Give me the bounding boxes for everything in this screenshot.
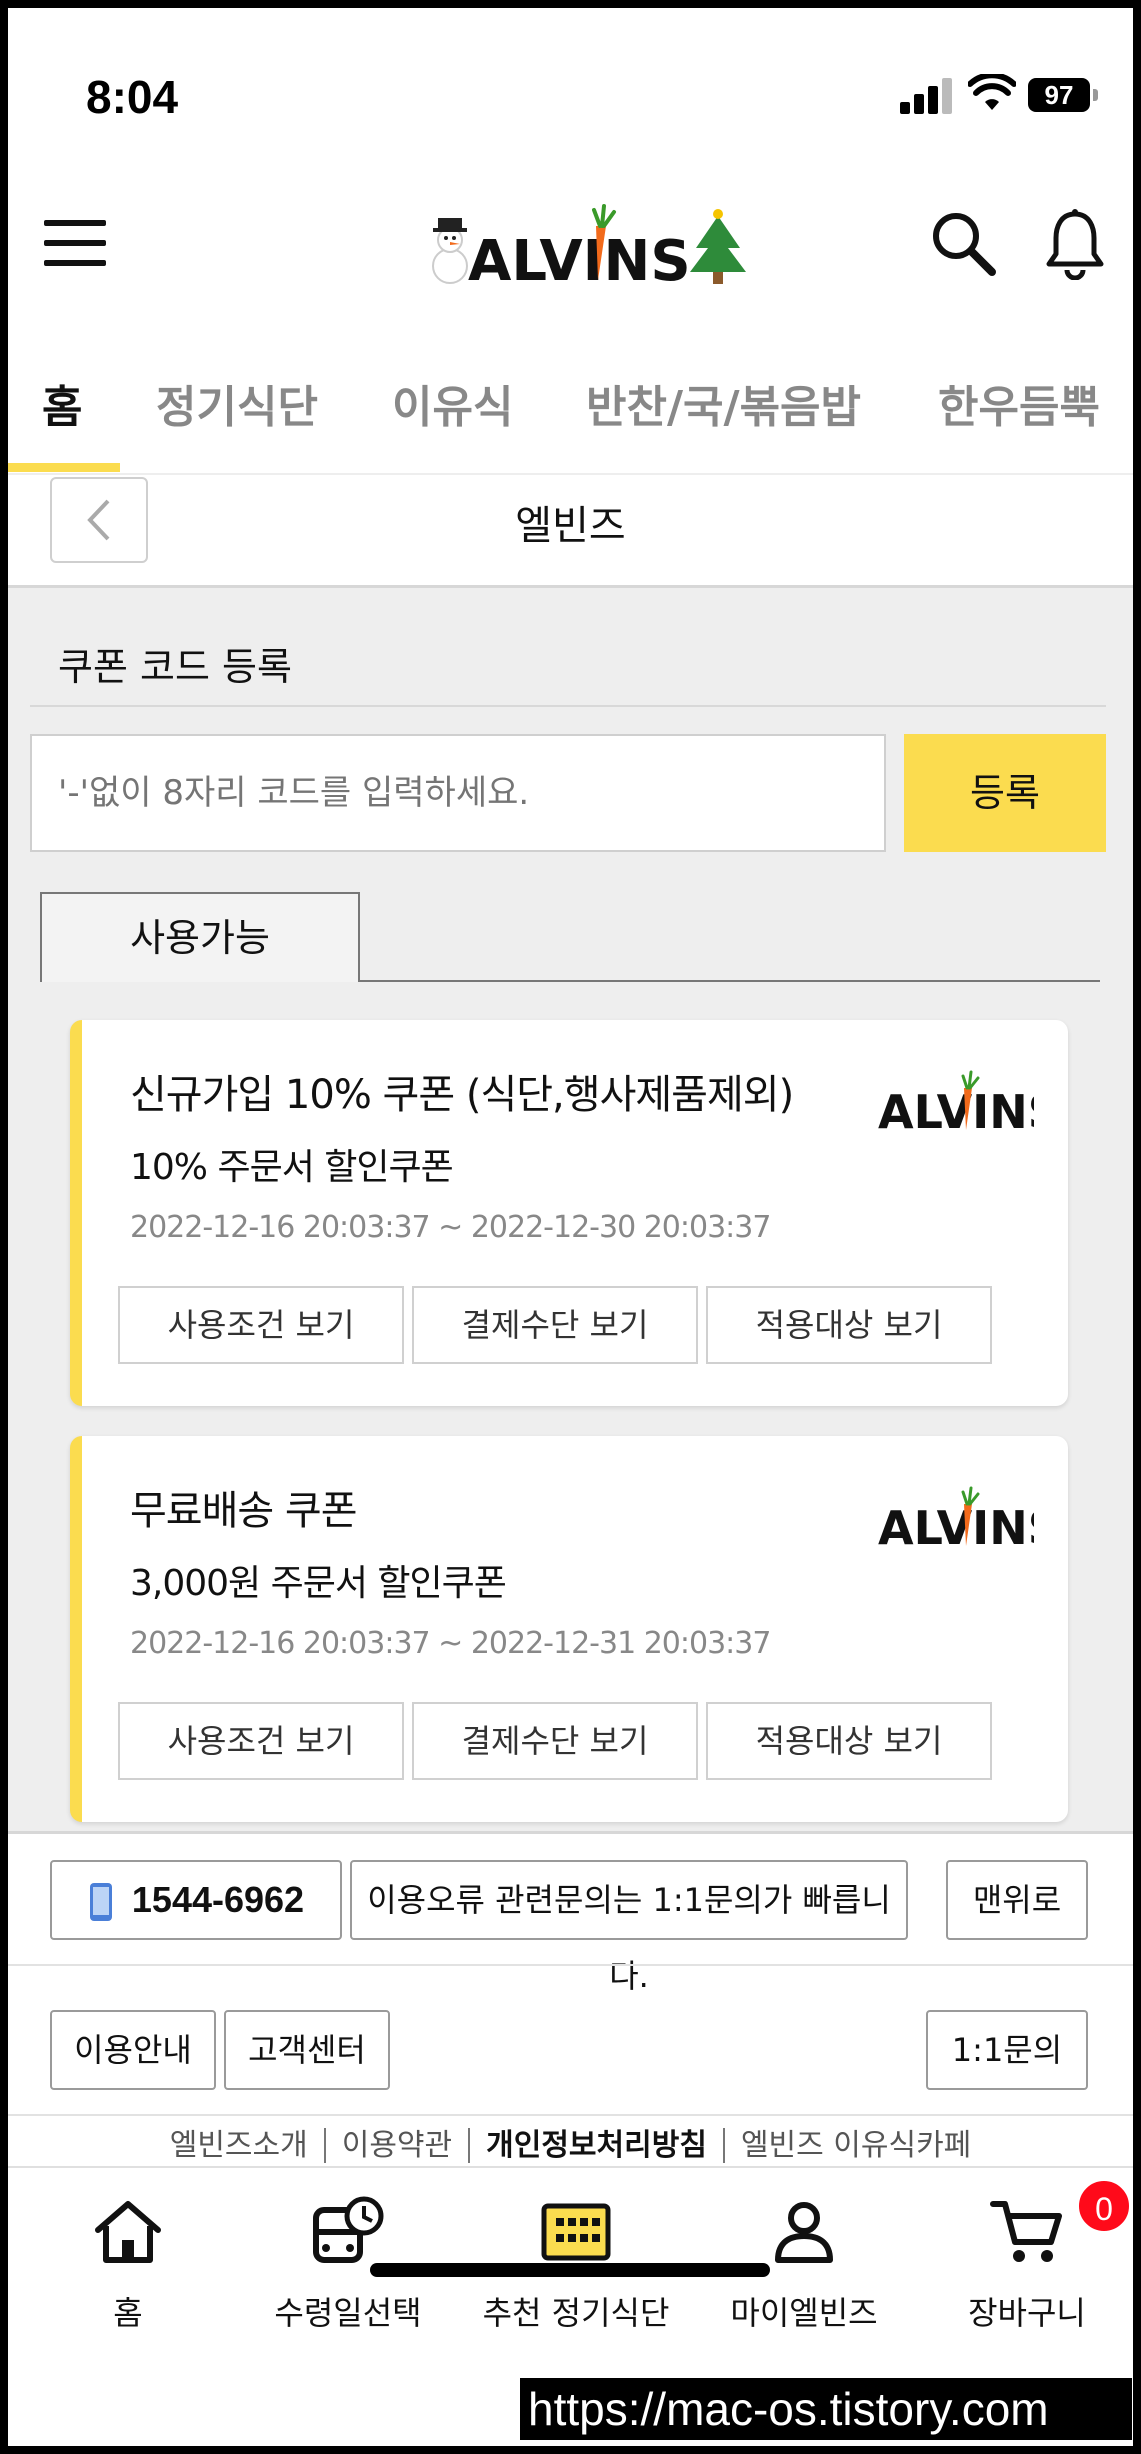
link-privacy[interactable]: 개인정보처리방침 (468, 2128, 723, 2163)
tab-regular-meal[interactable]: 정기식단 (156, 363, 318, 473)
footer-links: 엘빈즈소개 이용약관 개인정보처리방침 엘빈즈 이유식카페 (8, 2120, 1133, 2164)
tab-home[interactable]: 홈 (42, 363, 82, 473)
view-payment-button[interactable]: 결제수단 보기 (412, 1286, 698, 1364)
phone-number: 1544-6962 (131, 1879, 305, 1920)
link-terms[interactable]: 이용약관 (323, 2128, 469, 2163)
category-tabs: 홈 정기식단 이유식 반찬/국/볶음밥 한우듬뿍 (8, 363, 1133, 473)
nav-label: 마이엘빈즈 (730, 2294, 878, 2332)
calendar-icon (541, 2203, 611, 2261)
status-time: 8:04 (86, 71, 179, 123)
tab-side-dish[interactable]: 반찬/국/볶음밥 (586, 363, 861, 473)
watermark: https://mac-os.tistory.com (520, 2378, 1132, 2440)
divider (360, 980, 1100, 982)
app-header: ALVINS (8, 178, 1133, 348)
guide-button[interactable]: 이용안내 (50, 2010, 216, 2090)
tab-available[interactable]: 사용가능 (40, 892, 360, 982)
view-targets-button[interactable]: 적용대상 보기 (706, 1702, 992, 1780)
tab-hanwoo[interactable]: 한우듬뿍 (938, 363, 1100, 473)
customer-center-button[interactable]: 고객센터 (224, 2010, 390, 2090)
coupon-period: 2022-12-16 20:03:37 ~ 2022-12-30 20:03:3… (130, 1210, 771, 1245)
coupon-title: 무료배송 쿠폰 (130, 1488, 358, 1534)
nav-label: 홈 (113, 2294, 143, 2332)
active-tab-indicator (8, 463, 120, 472)
register-button[interactable]: 등록 (904, 734, 1106, 852)
battery-indicator: 97 (1028, 78, 1098, 112)
alvins-logo: ALVINS (878, 1486, 1034, 1554)
subheader: 엘빈즈 (8, 475, 1133, 585)
coupon-code-input[interactable] (30, 734, 886, 852)
status-bar: 8:04 97 (8, 8, 1133, 178)
home-indicator (370, 2263, 770, 2277)
tab-baby-food[interactable]: 이유식 (392, 363, 513, 473)
menu-icon[interactable] (44, 220, 106, 270)
nav-label: 수령일선택 (274, 2294, 422, 2332)
link-about[interactable]: 엘빈즈소개 (154, 2128, 324, 2163)
inquiry-note[interactable]: 이용오류 관련문의는 1:1문의가 빠릅니다. (350, 1860, 908, 1995)
nav-my-alvins[interactable]: 마이엘빈즈 (704, 2168, 904, 2348)
coupon-card: 신규가입 10% 쿠폰 (식단,행사제품제외) 10% 주문서 할인쿠폰 202… (70, 1020, 1068, 1406)
bus-clock-icon (313, 2196, 384, 2263)
scroll-top-button[interactable]: 맨위로 (946, 1860, 1088, 1940)
svg-text:ALVINS: ALVINS (878, 1085, 1034, 1138)
signal-icon (900, 78, 954, 114)
nav-label: 장바구니 (968, 2294, 1086, 2332)
coupon-period: 2022-12-16 20:03:37 ~ 2022-12-31 20:03:3… (130, 1626, 771, 1661)
coupon-section: 쿠폰 코드 등록 등록 사용가능 신규가입 10% 쿠폰 (식단,행사제품제외)… (8, 585, 1133, 1831)
alvins-logo: ALVINS (878, 1070, 1034, 1138)
svg-text:ALVINS: ALVINS (878, 1501, 1034, 1554)
divider (30, 705, 1106, 707)
nav-cart[interactable]: 0 장바구니 (942, 2168, 1132, 2348)
brand-logo[interactable]: ALVINS (428, 196, 748, 296)
nav-pickup-date[interactable]: 수령일선택 (258, 2168, 438, 2348)
divider (8, 2114, 1133, 2116)
footer: 1544-6962 이용오류 관련문의는 1:1문의가 빠릅니다. 맨위로 이용… (8, 1831, 1133, 2171)
cart-count-badge: 0 (1076, 2178, 1132, 2234)
search-icon[interactable] (928, 208, 998, 278)
one-to-one-inquiry-button[interactable]: 1:1문의 (926, 2010, 1088, 2090)
link-cafe[interactable]: 엘빈즈 이유식카페 (722, 2128, 988, 2163)
cart-icon (990, 2201, 1062, 2262)
nav-home[interactable]: 홈 (48, 2168, 208, 2348)
nav-recommended-meal[interactable]: 추천 정기식단 (476, 2168, 676, 2348)
phone-button[interactable]: 1544-6962 (50, 1860, 342, 1940)
coupon-subtitle: 10% 주문서 할인쿠폰 (130, 1147, 454, 1188)
coupon-section-title: 쿠폰 코드 등록 (58, 645, 292, 689)
bell-icon[interactable] (1044, 208, 1106, 280)
view-conditions-button[interactable]: 사용조건 보기 (118, 1702, 404, 1780)
page-title: 엘빈즈 (515, 503, 626, 549)
svg-text:ALVINS: ALVINS (468, 229, 691, 294)
user-icon (775, 2202, 833, 2263)
divider (8, 1964, 1133, 1966)
view-payment-button[interactable]: 결제수단 보기 (412, 1702, 698, 1780)
nav-label: 추천 정기식단 (482, 2294, 670, 2332)
wifi-icon (968, 74, 1016, 110)
app-screen: 8:04 97 ALVINS 홈 정기식단 이유식 반찬/국/볶음밥 한우듬뿍 … (8, 8, 1133, 2446)
home-icon (95, 2201, 161, 2263)
coupon-title: 신규가입 10% 쿠폰 (식단,행사제품제외) (130, 1072, 794, 1118)
coupon-card: 무료배송 쿠폰 3,000원 주문서 할인쿠폰 2022-12-16 20:03… (70, 1436, 1068, 1822)
phone-icon (89, 1883, 112, 1922)
coupon-subtitle: 3,000원 주문서 할인쿠폰 (130, 1563, 507, 1604)
view-targets-button[interactable]: 적용대상 보기 (706, 1286, 992, 1364)
view-conditions-button[interactable]: 사용조건 보기 (118, 1286, 404, 1364)
